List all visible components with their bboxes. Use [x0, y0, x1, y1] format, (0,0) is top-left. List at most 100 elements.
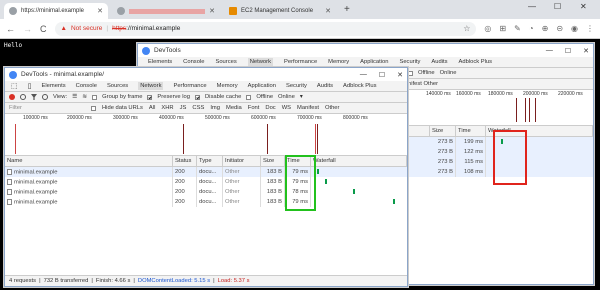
- close-button[interactable]: ✕: [397, 71, 403, 79]
- browser-tab-2[interactable]: ✕: [112, 3, 220, 19]
- tab-performance[interactable]: Performance: [284, 59, 317, 65]
- menu-icon[interactable]: ⋮: [586, 24, 594, 33]
- tab-application[interactable]: Application: [360, 59, 388, 65]
- offline-checkbox[interactable]: [408, 70, 413, 76]
- extension-icon-6[interactable]: ⊝: [556, 24, 563, 33]
- bookmark-star-icon[interactable]: ☆: [463, 24, 470, 33]
- tab-adblock-plus[interactable]: Adblock Plus: [459, 59, 493, 65]
- disable-cache-checkbox[interactable]: [194, 94, 200, 100]
- tab-sources[interactable]: Sources: [215, 59, 236, 65]
- filter-input[interactable]: Filter: [9, 105, 85, 111]
- close-button[interactable]: ✕: [583, 47, 589, 55]
- chevron-down-icon[interactable]: ▾: [300, 94, 303, 100]
- throttle-select[interactable]: Online: [278, 94, 295, 100]
- tab-adblock-plus[interactable]: Adblock Plus: [343, 83, 377, 89]
- cell-size: 183 B: [261, 167, 285, 177]
- page-favicon-icon: [117, 7, 125, 15]
- filter-type-media[interactable]: Media: [226, 105, 242, 111]
- large-rows-icon[interactable]: ☰: [72, 94, 77, 100]
- tick-label: 800000 ms: [343, 115, 368, 121]
- tab-application[interactable]: Application: [248, 83, 276, 89]
- window-titlebar: DevTools - minimal.example/ — ☐ ✕: [5, 68, 407, 81]
- col-type[interactable]: Type: [197, 156, 223, 166]
- devtools-tabs: ⬚ ▯ Elements Console Sources Network Per…: [5, 81, 407, 92]
- col-initiator[interactable]: Initiator: [223, 156, 261, 166]
- col-size[interactable]: Size: [430, 126, 456, 136]
- close-tab-icon[interactable]: ✕: [97, 7, 103, 15]
- extension-icon-3[interactable]: ✎: [514, 24, 521, 33]
- extension-icon-1[interactable]: ◎: [484, 24, 491, 33]
- close-tab-icon[interactable]: ✕: [325, 7, 331, 15]
- filter-type-manifest[interactable]: Manifest: [297, 105, 319, 111]
- preserve-log-checkbox[interactable]: [147, 94, 153, 100]
- tab-network[interactable]: Network: [138, 82, 164, 90]
- tab-console[interactable]: Console: [76, 83, 97, 89]
- extension-icon-2[interactable]: ⊞: [499, 24, 506, 33]
- table-row[interactable]: minimal.example 200 docu... Other 183 B …: [5, 167, 407, 177]
- filter-type-img[interactable]: Img: [210, 105, 220, 111]
- search-icon[interactable]: [42, 94, 48, 100]
- tab-memory[interactable]: Memory: [217, 83, 238, 89]
- filter-type-font[interactable]: Font: [248, 105, 260, 111]
- tab-elements[interactable]: Elements: [41, 83, 65, 89]
- col-status[interactable]: Status: [173, 156, 197, 166]
- tab-audits[interactable]: Audits: [431, 59, 447, 65]
- tab-sources[interactable]: Sources: [107, 83, 128, 89]
- group-by-frame-checkbox[interactable]: [92, 94, 98, 100]
- tab-network[interactable]: Network: [247, 58, 273, 66]
- maximize-button[interactable]: ☐: [565, 47, 571, 55]
- hide-data-urls-checkbox[interactable]: [91, 105, 96, 111]
- filter-type-all[interactable]: All: [149, 105, 155, 111]
- clear-icon[interactable]: [20, 94, 26, 100]
- throttle-select[interactable]: Online: [440, 70, 457, 76]
- filter-type-css[interactable]: CSS: [192, 105, 204, 111]
- inspect-icon[interactable]: ⬚: [11, 82, 18, 90]
- reload-button[interactable]: C: [40, 24, 47, 34]
- tab-console[interactable]: Console: [183, 59, 204, 65]
- minimize-button[interactable]: —: [360, 71, 367, 79]
- extension-icon-4[interactable]: ◔: [529, 24, 534, 33]
- tab-security[interactable]: Security: [286, 83, 307, 89]
- device-toolbar-icon[interactable]: ▯: [28, 82, 32, 90]
- col-size[interactable]: Size: [261, 156, 285, 166]
- minimize-button[interactable]: —: [528, 2, 536, 11]
- new-tab-button[interactable]: +: [344, 4, 350, 15]
- filter-icon[interactable]: [31, 94, 37, 100]
- record-icon[interactable]: [9, 94, 15, 100]
- table-row[interactable]: minimal.example 200 docu... Other 183 B …: [5, 197, 407, 207]
- maximize-button[interactable]: ☐: [379, 71, 385, 79]
- maximize-button[interactable]: ☐: [554, 2, 561, 11]
- table-row[interactable]: minimal.example 200 docu... Other 183 B …: [5, 187, 407, 197]
- forward-button[interactable]: →: [23, 24, 32, 34]
- address-bar[interactable]: ▲ Not secure | https://minimal.example ☆: [54, 21, 477, 36]
- browser-tab-3[interactable]: EC2 Management Console ✕: [224, 3, 336, 19]
- cell-size: 273 B: [430, 147, 456, 157]
- tab-elements[interactable]: Elements: [148, 59, 172, 65]
- tab-memory[interactable]: Memory: [328, 59, 349, 65]
- cell-name: minimal.example: [5, 197, 173, 207]
- filter-type-js[interactable]: JS: [180, 105, 187, 111]
- tab-audits[interactable]: Audits: [317, 83, 333, 89]
- close-window-button[interactable]: ✕: [580, 2, 587, 11]
- close-tab-icon[interactable]: ✕: [209, 7, 215, 15]
- col-time[interactable]: Time: [456, 126, 486, 136]
- back-button[interactable]: ←: [6, 24, 15, 34]
- filter-type-xhr[interactable]: XHR: [161, 105, 173, 111]
- tab-performance[interactable]: Performance: [173, 83, 206, 89]
- filter-type-doc[interactable]: Doc: [265, 105, 275, 111]
- tab-security[interactable]: Security: [399, 59, 420, 65]
- col-waterfall[interactable]: Waterfall: [311, 156, 407, 166]
- overview-icon[interactable]: ≋: [82, 94, 87, 100]
- profile-icon[interactable]: ◉: [571, 24, 578, 33]
- cell-type: docu...: [197, 177, 223, 187]
- offline-checkbox[interactable]: [246, 94, 252, 100]
- browser-tab-1[interactable]: https://minimal.example ✕: [4, 3, 108, 19]
- filter-type-ws[interactable]: WS: [282, 105, 291, 111]
- timeline-mark: [183, 124, 184, 154]
- not-secure-label[interactable]: Not secure: [71, 25, 102, 32]
- minimize-button[interactable]: —: [546, 47, 553, 55]
- table-row[interactable]: minimal.example 200 docu... Other 183 B …: [5, 177, 407, 187]
- filter-type-other[interactable]: Other: [325, 105, 340, 111]
- extension-icon-5[interactable]: ⊕: [542, 24, 549, 33]
- col-name[interactable]: Name: [5, 156, 173, 166]
